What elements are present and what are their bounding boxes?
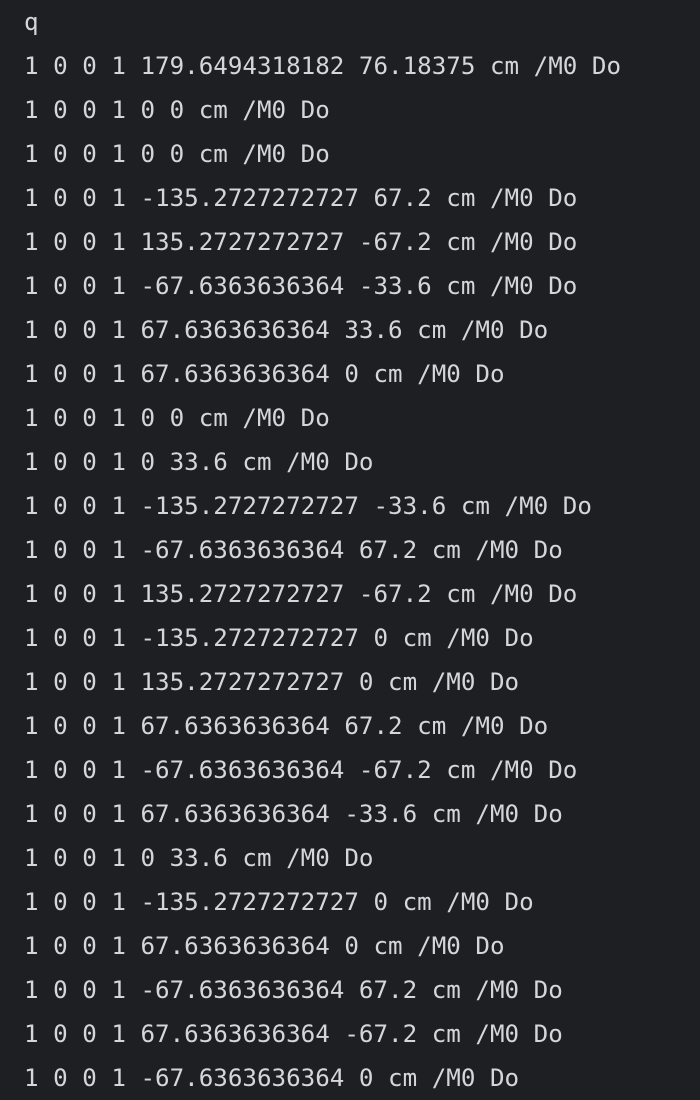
- code-line[interactable]: 1 0 0 1 67.6363636364 67.2 cm /M0 Do: [0, 704, 700, 748]
- code-line[interactable]: 1 0 0 1 67.6363636364 -67.2 cm /M0 Do: [0, 1012, 700, 1056]
- code-line[interactable]: 1 0 0 1 135.2727272727 -67.2 cm /M0 Do: [0, 572, 700, 616]
- code-line[interactable]: 1 0 0 1 -67.6363636364 67.2 cm /M0 Do: [0, 528, 700, 572]
- code-editor[interactable]: q 1 0 0 1 179.6494318182 76.18375 cm /M0…: [0, 0, 700, 1100]
- code-line[interactable]: 1 0 0 1 -135.2727272727 -33.6 cm /M0 Do: [0, 484, 700, 528]
- code-line[interactable]: 1 0 0 1 0 0 cm /M0 Do: [0, 396, 700, 440]
- code-line[interactable]: 1 0 0 1 135.2727272727 -67.2 cm /M0 Do: [0, 220, 700, 264]
- code-line[interactable]: q: [0, 0, 700, 44]
- code-line[interactable]: 1 0 0 1 67.6363636364 33.6 cm /M0 Do: [0, 308, 700, 352]
- code-line[interactable]: 1 0 0 1 135.2727272727 0 cm /M0 Do: [0, 660, 700, 704]
- code-line[interactable]: 1 0 0 1 0 0 cm /M0 Do: [0, 88, 700, 132]
- code-line[interactable]: 1 0 0 1 0 33.6 cm /M0 Do: [0, 440, 700, 484]
- code-line[interactable]: 1 0 0 1 67.6363636364 0 cm /M0 Do: [0, 924, 700, 968]
- code-line[interactable]: 1 0 0 1 -67.6363636364 -67.2 cm /M0 Do: [0, 748, 700, 792]
- code-line[interactable]: 1 0 0 1 -67.6363636364 0 cm /M0 Do: [0, 1056, 700, 1100]
- code-line[interactable]: 1 0 0 1 67.6363636364 0 cm /M0 Do: [0, 352, 700, 396]
- code-line[interactable]: 1 0 0 1 0 0 cm /M0 Do: [0, 132, 700, 176]
- code-line[interactable]: 1 0 0 1 -135.2727272727 0 cm /M0 Do: [0, 616, 700, 660]
- code-line[interactable]: 1 0 0 1 179.6494318182 76.18375 cm /M0 D…: [0, 44, 700, 88]
- code-line[interactable]: 1 0 0 1 -135.2727272727 67.2 cm /M0 Do: [0, 176, 700, 220]
- code-line[interactable]: 1 0 0 1 -67.6363636364 67.2 cm /M0 Do: [0, 968, 700, 1012]
- code-line[interactable]: 1 0 0 1 -135.2727272727 0 cm /M0 Do: [0, 880, 700, 924]
- code-line[interactable]: 1 0 0 1 0 33.6 cm /M0 Do: [0, 836, 700, 880]
- code-line[interactable]: 1 0 0 1 -67.6363636364 -33.6 cm /M0 Do: [0, 264, 700, 308]
- code-line[interactable]: 1 0 0 1 67.6363636364 -33.6 cm /M0 Do: [0, 792, 700, 836]
